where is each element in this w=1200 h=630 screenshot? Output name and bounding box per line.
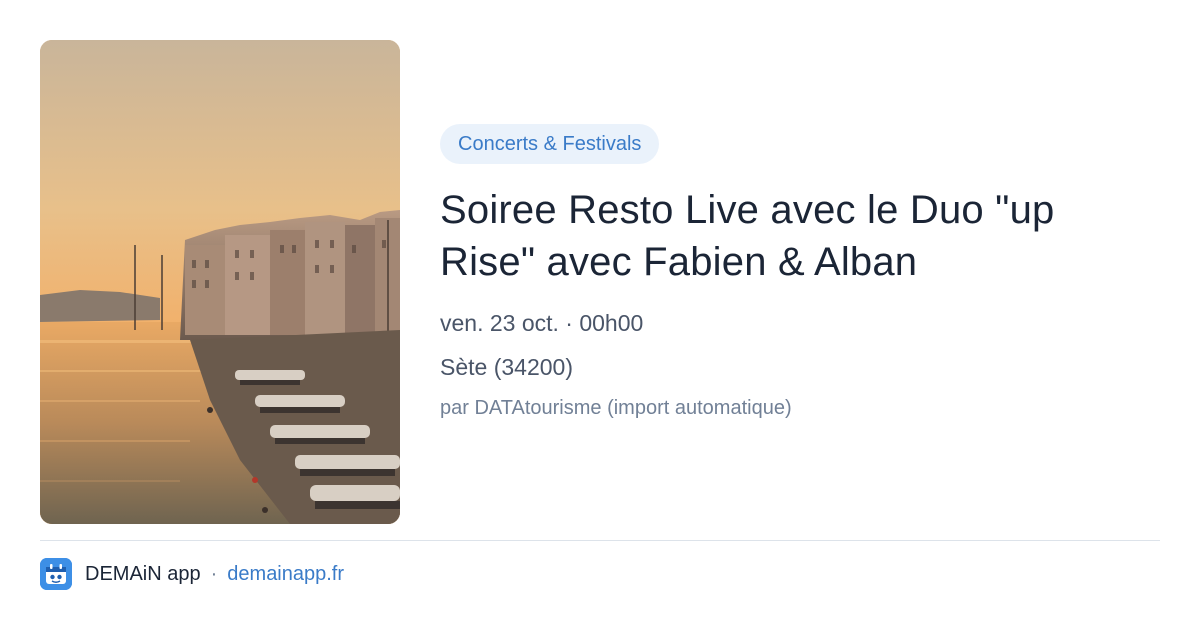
share-card: Concerts & Festivals Soiree Resto Live a… xyxy=(0,0,1200,630)
harbour-sunset-image xyxy=(40,40,400,524)
demain-logo-icon[interactable] xyxy=(40,558,72,590)
event-location: Sète (34200) xyxy=(440,354,573,380)
event-details: Concerts & Festivals Soiree Resto Live a… xyxy=(440,124,1160,422)
footer-separator: · xyxy=(210,562,218,585)
footer-divider xyxy=(40,540,1160,541)
footer: DEMAiN app · demainapp.fr xyxy=(40,558,344,590)
event-title[interactable]: Soiree Resto Live avec le Duo "up Rise" … xyxy=(440,184,1140,288)
app-name: DEMAiN app xyxy=(85,562,201,585)
category-chip[interactable]: Concerts & Festivals xyxy=(440,124,660,164)
app-website-link[interactable]: demainapp.fr xyxy=(227,563,344,586)
event-photo[interactable] xyxy=(40,40,400,524)
event-source: par DATAtourisme (import automatique) xyxy=(440,397,792,419)
event-date: ven. 23 oct. · 00h00 xyxy=(440,310,644,336)
